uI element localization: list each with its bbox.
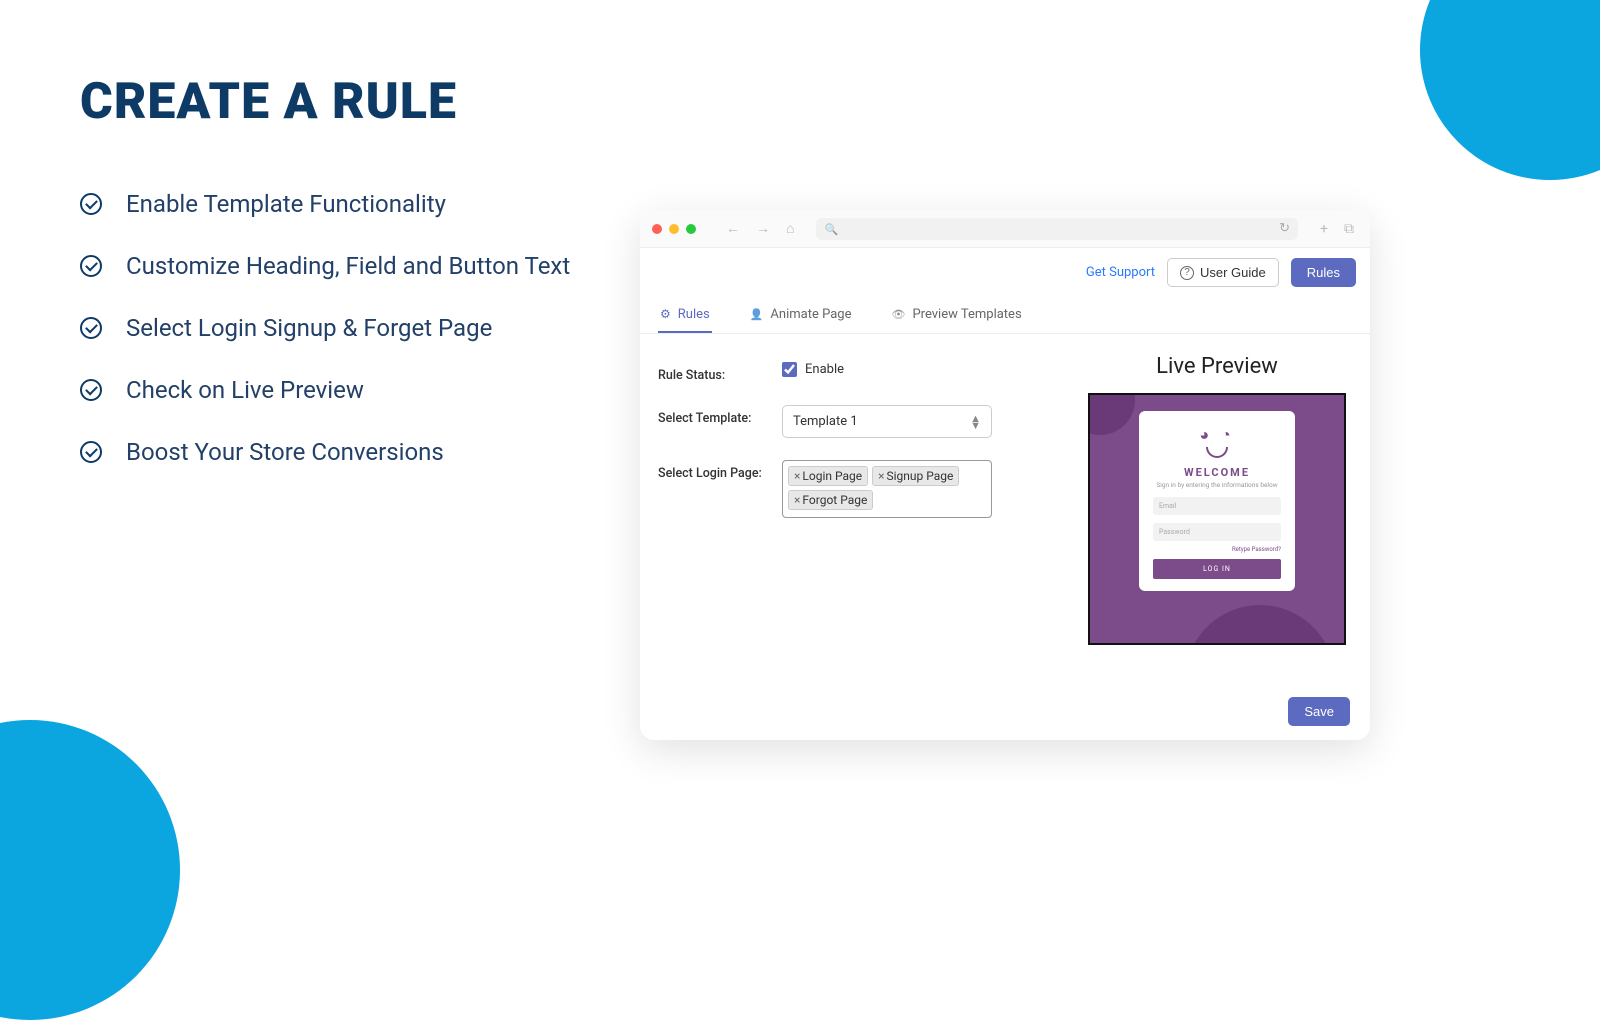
get-support-link[interactable]: Get Support (1086, 265, 1155, 280)
check-icon (80, 255, 102, 277)
preview-title: Live Preview (1156, 354, 1278, 379)
user-icon (750, 307, 764, 322)
feature-list: Enable Template Functionality Customize … (80, 190, 570, 466)
row-rule-status: Rule Status: Enable (658, 362, 1062, 383)
eye-icon (891, 307, 905, 322)
login-page-tagbox[interactable]: Login Page Signup Page Forgot Page (782, 460, 992, 518)
tab-label: Animate Page (770, 307, 851, 322)
back-button[interactable]: ← (722, 220, 744, 237)
app-topbar: Get Support ? User Guide Rules (640, 248, 1370, 297)
feature-text: Enable Template Functionality (126, 190, 446, 218)
preview-column: Live Preview ◕ ◔ WELCOME Sign in by ente… (1082, 348, 1352, 679)
feature-text: Select Login Signup & Forget Page (126, 314, 492, 342)
reload-icon[interactable] (1279, 221, 1290, 236)
preview-welcome: WELCOME (1184, 466, 1250, 479)
close-icon[interactable] (652, 224, 662, 234)
template-select[interactable]: Template 1 ▲▼ (782, 405, 992, 438)
user-guide-label: User Guide (1200, 265, 1266, 280)
app-area: Get Support ? User Guide Rules Rules Ani… (640, 248, 1370, 740)
feature-text: Check on Live Preview (126, 376, 364, 404)
template-selected-value: Template 1 (793, 414, 858, 429)
content-area: Rule Status: Enable Select Template: Tem… (640, 334, 1370, 689)
preview-forgot-link: Retype Password? (1232, 546, 1281, 553)
user-guide-button[interactable]: ? User Guide (1167, 258, 1279, 287)
tag-signup-page[interactable]: Signup Page (872, 466, 959, 486)
label-rule-status: Rule Status: (658, 362, 768, 383)
tab-rules[interactable]: Rules (658, 297, 712, 333)
forward-button[interactable]: → (752, 220, 774, 237)
footer-bar: Save (640, 689, 1370, 740)
minimize-icon[interactable] (669, 224, 679, 234)
feature-item: Customize Heading, Field and Button Text (80, 252, 570, 280)
row-select-login-page: Select Login Page: Login Page Signup Pag… (658, 460, 1062, 518)
smile-icon (1206, 447, 1228, 458)
chevron-updown-icon: ▲▼ (970, 415, 981, 429)
feature-text: Customize Heading, Field and Button Text (126, 252, 570, 280)
preview-subtitle: Sign in by entering the informations bel… (1156, 481, 1277, 489)
label-select-login-page: Select Login Page: (658, 460, 768, 481)
enable-checkbox[interactable]: Enable (782, 362, 844, 377)
check-icon (80, 193, 102, 215)
tab-label: Preview Templates (912, 307, 1021, 322)
preview-login-button: LOG IN (1153, 559, 1281, 579)
preview-frame: ◕ ◔ WELCOME Sign in by entering the info… (1088, 393, 1346, 645)
feature-item: Enable Template Functionality (80, 190, 570, 218)
feature-text: Boost Your Store Conversions (126, 438, 444, 466)
search-icon (824, 222, 838, 236)
save-button[interactable]: Save (1288, 697, 1350, 726)
traffic-lights (652, 224, 696, 234)
decor-circle-bottom-left (0, 720, 180, 1020)
new-tab-button[interactable]: + (1316, 221, 1332, 237)
check-icon (80, 441, 102, 463)
page-title: CREATE A RULE (80, 73, 457, 131)
enable-input[interactable] (782, 362, 797, 377)
tab-bar: Rules Animate Page Preview Templates (640, 297, 1370, 334)
preview-card: ◕ ◔ WELCOME Sign in by entering the info… (1139, 411, 1295, 591)
row-select-template: Select Template: Template 1 ▲▼ (658, 405, 1062, 438)
tag-forgot-page[interactable]: Forgot Page (788, 490, 873, 510)
enable-text: Enable (805, 362, 844, 377)
face-icon: ◕ ◔ (1199, 425, 1234, 445)
feature-item: Select Login Signup & Forget Page (80, 314, 570, 342)
home-button[interactable]: ⌂ (782, 220, 798, 237)
preview-email-input: Email (1153, 497, 1281, 515)
copy-icon[interactable]: ⧉ (1340, 221, 1358, 237)
browser-chrome: ← → ⌂ + ⧉ (640, 210, 1370, 248)
feature-item: Check on Live Preview (80, 376, 570, 404)
feature-item: Boost Your Store Conversions (80, 438, 570, 466)
form-column: Rule Status: Enable Select Template: Tem… (658, 348, 1062, 679)
gear-icon (660, 307, 671, 322)
preview-password-input: Password (1153, 523, 1281, 541)
help-icon: ? (1180, 266, 1194, 280)
check-icon (80, 317, 102, 339)
decor-circle-top-right (1420, 0, 1600, 180)
browser-window: ← → ⌂ + ⧉ Get Support ? User Guide Rules… (640, 210, 1370, 740)
tab-preview-templates[interactable]: Preview Templates (889, 297, 1023, 333)
tag-login-page[interactable]: Login Page (788, 466, 868, 486)
tab-label: Rules (678, 307, 710, 322)
tab-animate-page[interactable]: Animate Page (748, 297, 854, 333)
address-bar[interactable] (816, 218, 1298, 240)
check-icon (80, 379, 102, 401)
maximize-icon[interactable] (686, 224, 696, 234)
label-select-template: Select Template: (658, 405, 768, 426)
rules-button[interactable]: Rules (1291, 258, 1356, 287)
